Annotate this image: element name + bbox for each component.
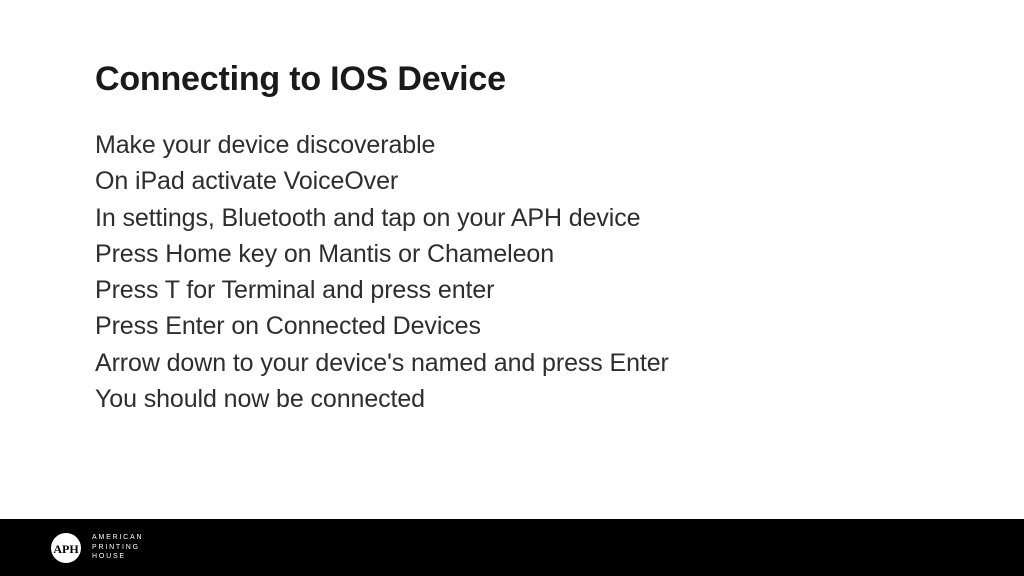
step-item: In settings, Bluetooth and tap on your A… [95,200,929,236]
brand-line: PRINTING [92,543,143,552]
slide-title: Connecting to IOS Device [95,60,929,99]
brand-logo: APH AMERICAN PRINTING HOUSE [50,532,143,564]
step-item: Press Home key on Mantis or Chameleon [95,236,929,272]
slide-content: Connecting to IOS Device Make your devic… [0,0,1024,417]
brand-line: HOUSE [92,552,143,561]
footer-bar: APH AMERICAN PRINTING HOUSE [0,519,1024,576]
brand-line: AMERICAN [92,533,143,542]
svg-text:APH: APH [53,542,79,556]
brand-text: AMERICAN PRINTING HOUSE [92,533,143,561]
step-item: Press T for Terminal and press enter [95,272,929,308]
step-item: On iPad activate VoiceOver [95,163,929,199]
aph-logo-icon: APH [50,532,82,564]
step-item: Make your device discoverable [95,127,929,163]
step-item: You should now be connected [95,381,929,417]
step-item: Arrow down to your device's named and pr… [95,345,929,381]
step-item: Press Enter on Connected Devices [95,308,929,344]
steps-list: Make your device discoverable On iPad ac… [95,127,929,417]
